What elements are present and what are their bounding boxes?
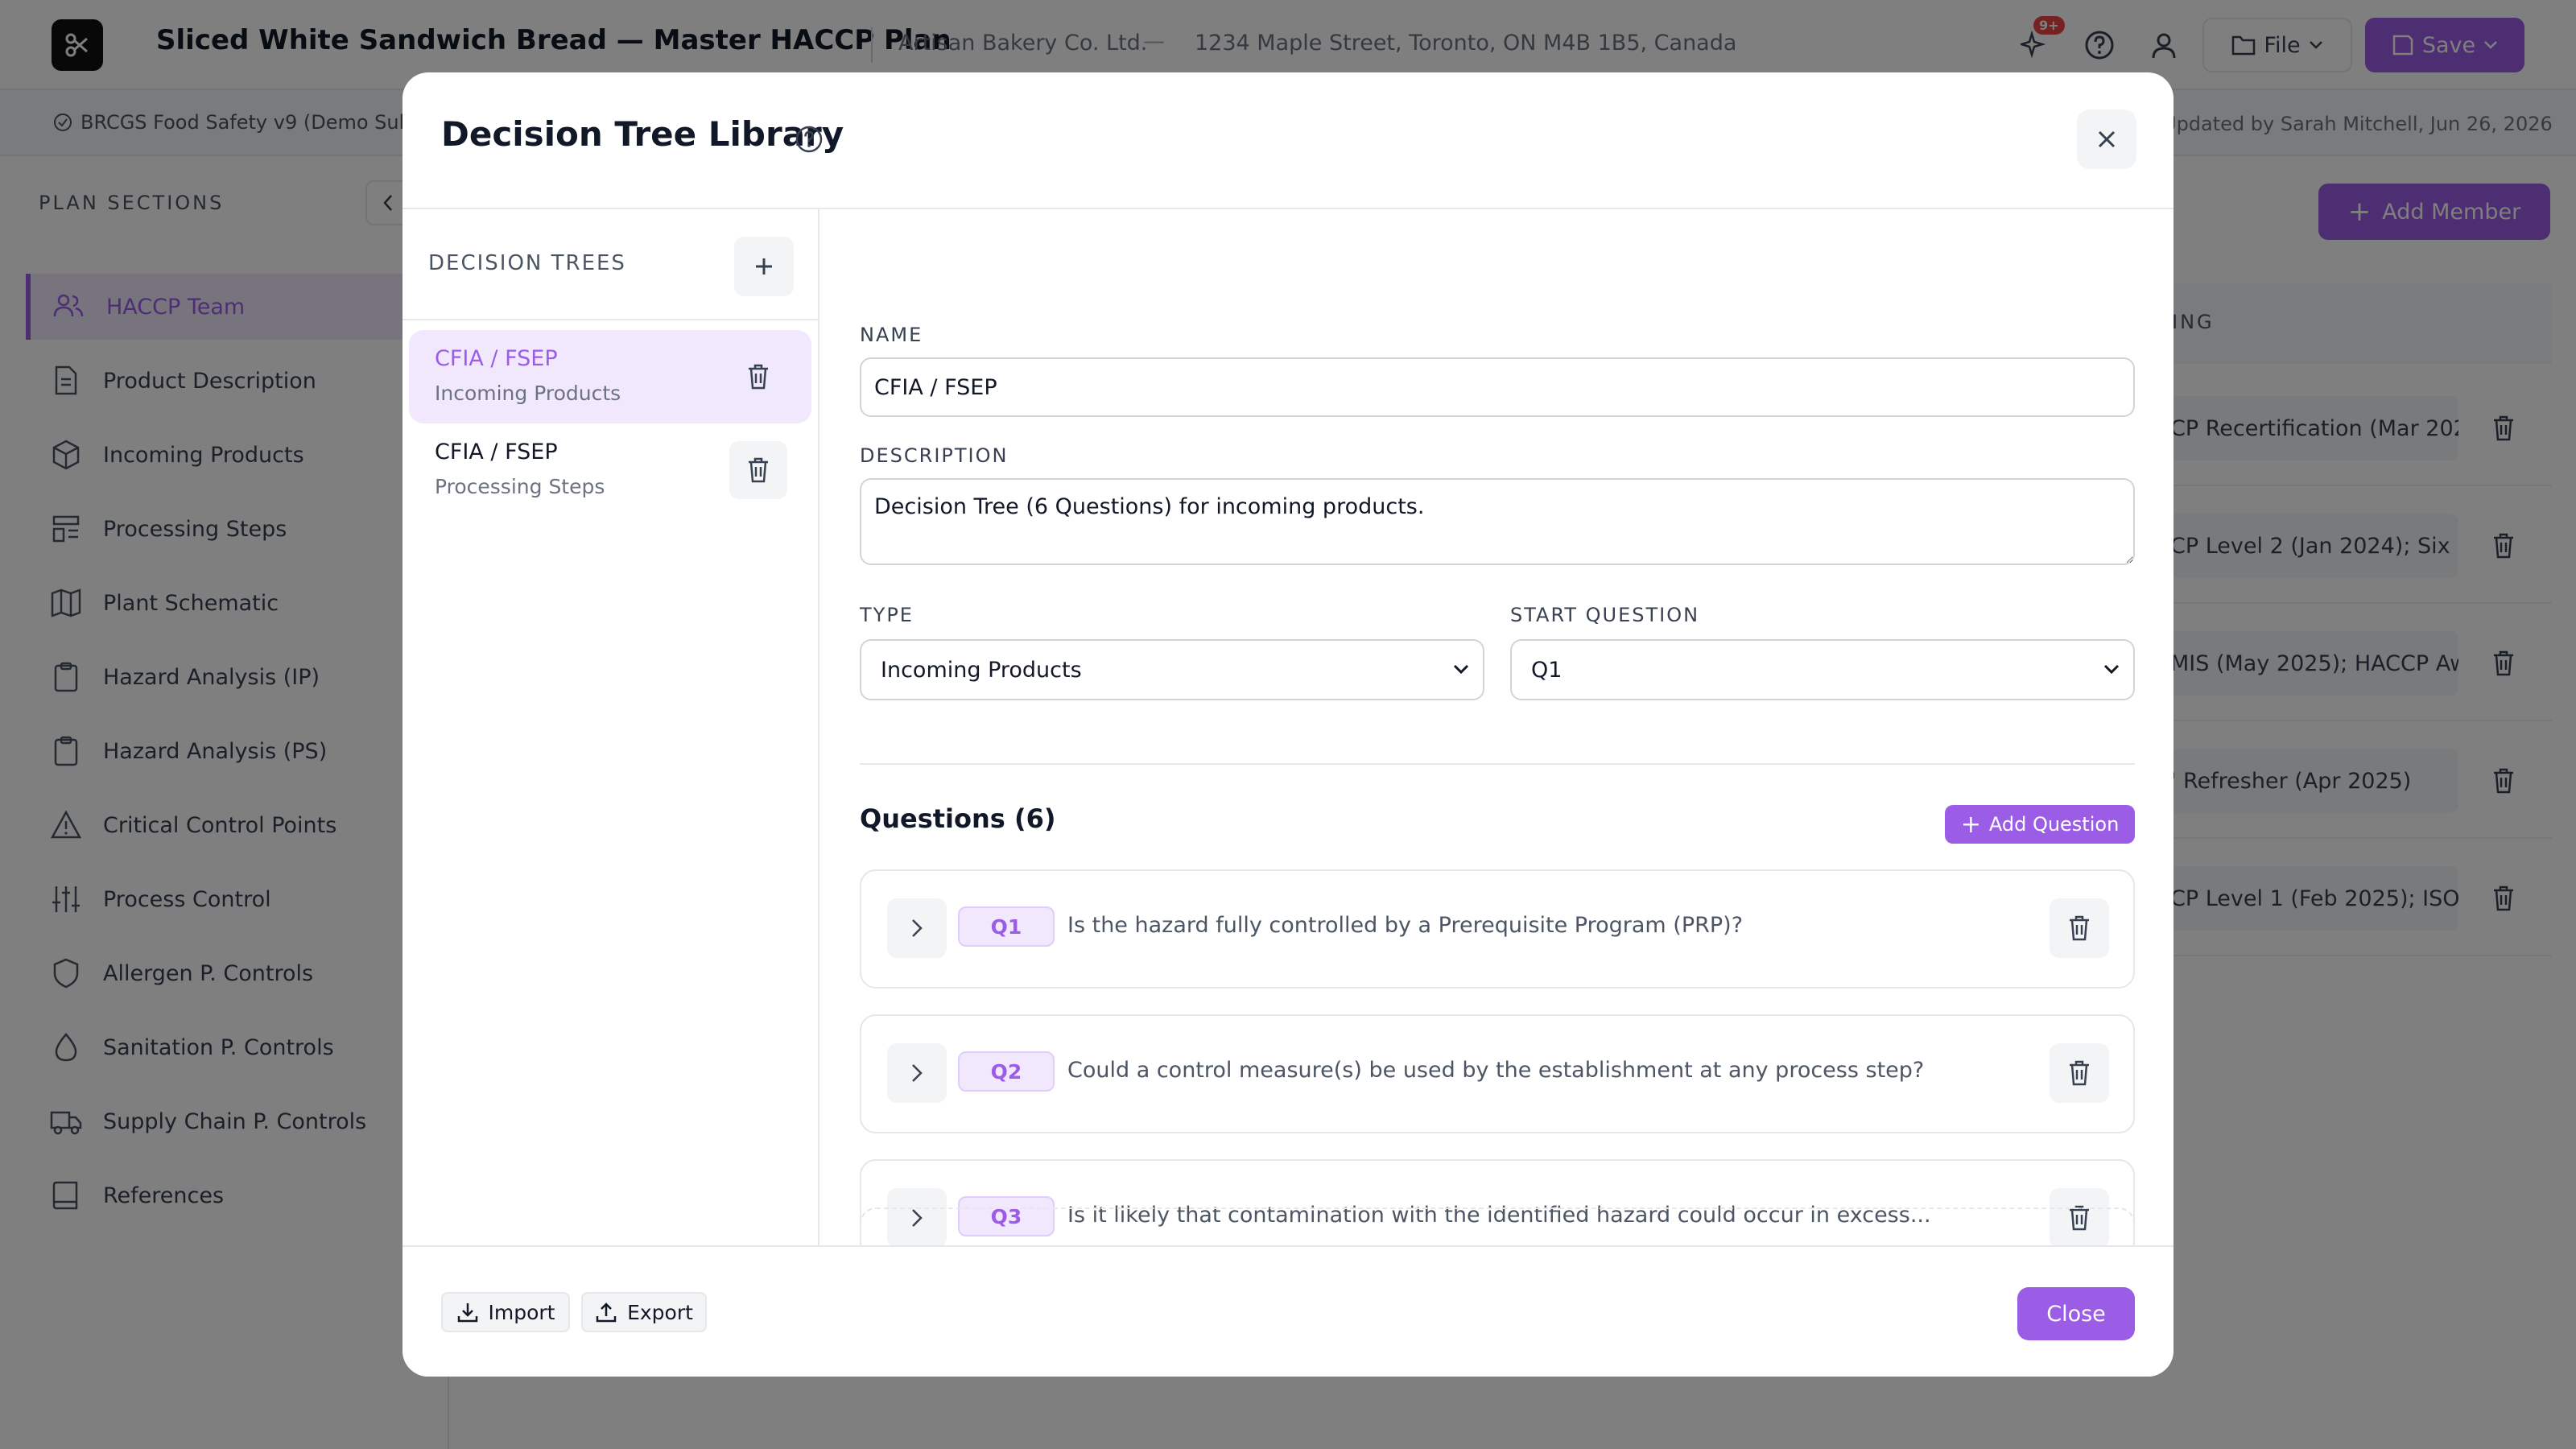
close-icon: [2098, 130, 2116, 148]
modal-footer: Import Export Close: [402, 1245, 2174, 1377]
chevron-down-icon: [1453, 664, 1469, 675]
list-header: DECISION TREES: [402, 209, 818, 320]
help-icon: [795, 126, 823, 153]
question-card: Q1 Is the hazard fully controlled by a Pr…: [860, 869, 2135, 989]
tree-name: CFIA / FSEP: [435, 440, 558, 464]
name-input[interactable]: [860, 357, 2135, 417]
list-title: DECISION TREES: [428, 251, 626, 275]
trash-icon: [749, 457, 768, 483]
trash-icon: [2070, 915, 2089, 941]
export-button[interactable]: Export: [581, 1292, 707, 1332]
start-question-label: START QUESTION: [1510, 604, 1700, 626]
chevron-down-icon: [2103, 664, 2120, 675]
question-card-partial: [860, 1208, 2135, 1245]
tree-name: CFIA / FSEP: [435, 346, 558, 371]
description-label: DESCRIPTION: [860, 444, 1009, 467]
import-button[interactable]: Import: [441, 1292, 570, 1332]
tree-type: Incoming Products: [435, 382, 621, 405]
tree-type: Processing Steps: [435, 475, 605, 498]
delete-tree-button[interactable]: [729, 441, 787, 499]
chevron-right-icon: [912, 1064, 923, 1082]
question-id-badge: Q2: [958, 1051, 1055, 1092]
decision-tree-modal: Decision Tree Library DECISION TREES CFI…: [402, 72, 2174, 1377]
description-textarea[interactable]: Decision Tree (6 Questions) for incoming…: [860, 478, 2135, 565]
close-button[interactable]: Close: [2017, 1287, 2135, 1340]
decision-tree-list-pane: DECISION TREES CFIA / FSEP Incoming Produ…: [402, 209, 819, 1245]
add-question-label: Add Question: [1988, 813, 2120, 836]
add-question-button[interactable]: + Add Question: [1945, 805, 2135, 844]
type-select-value: Incoming Products: [881, 657, 1082, 683]
question-id-badge: Q1: [958, 906, 1055, 947]
chevron-right-icon: [912, 919, 923, 937]
plus-icon: [756, 258, 772, 275]
question-text: Is the hazard fully controlled by a Prer…: [1067, 913, 1744, 938]
type-label: TYPE: [860, 604, 914, 626]
modal-close-icon-button[interactable]: [2077, 109, 2136, 169]
add-tree-button[interactable]: [734, 237, 794, 296]
modal-header: Decision Tree Library: [402, 72, 2174, 209]
question-card: Q2 Could a control measure(s) be used by …: [860, 1014, 2135, 1133]
tree-list-item[interactable]: CFIA / FSEP Processing Steps: [409, 423, 811, 517]
start-question-value: Q1: [1531, 657, 1563, 683]
modal-title: Decision Tree Library: [441, 114, 844, 154]
start-question-select[interactable]: Q1: [1510, 639, 2135, 700]
modal-help-button[interactable]: [789, 119, 829, 159]
import-label: Import: [488, 1300, 555, 1324]
trash-icon: [2070, 1060, 2089, 1086]
tree-list-item[interactable]: CFIA / FSEP Incoming Products: [409, 330, 811, 423]
section-divider: [860, 763, 2135, 765]
question-text: Could a control measure(s) be used by th…: [1067, 1058, 1925, 1083]
upload-icon: [596, 1302, 617, 1323]
trash-icon: [749, 364, 768, 390]
questions-heading: Questions (6): [860, 803, 1056, 834]
expand-question-button[interactable]: [887, 1043, 947, 1103]
export-label: Export: [627, 1300, 693, 1324]
name-label: NAME: [860, 324, 923, 346]
download-icon: [457, 1303, 477, 1323]
plus-icon: +: [1960, 810, 1981, 839]
expand-question-button[interactable]: [887, 898, 947, 958]
delete-tree-button[interactable]: [729, 348, 787, 406]
tree-editor-pane: NAME DESCRIPTION Decision Tree (6 Questi…: [819, 209, 2174, 1245]
delete-question-button[interactable]: [2050, 898, 2109, 958]
delete-question-button[interactable]: [2050, 1043, 2109, 1103]
type-select[interactable]: Incoming Products: [860, 639, 1484, 700]
